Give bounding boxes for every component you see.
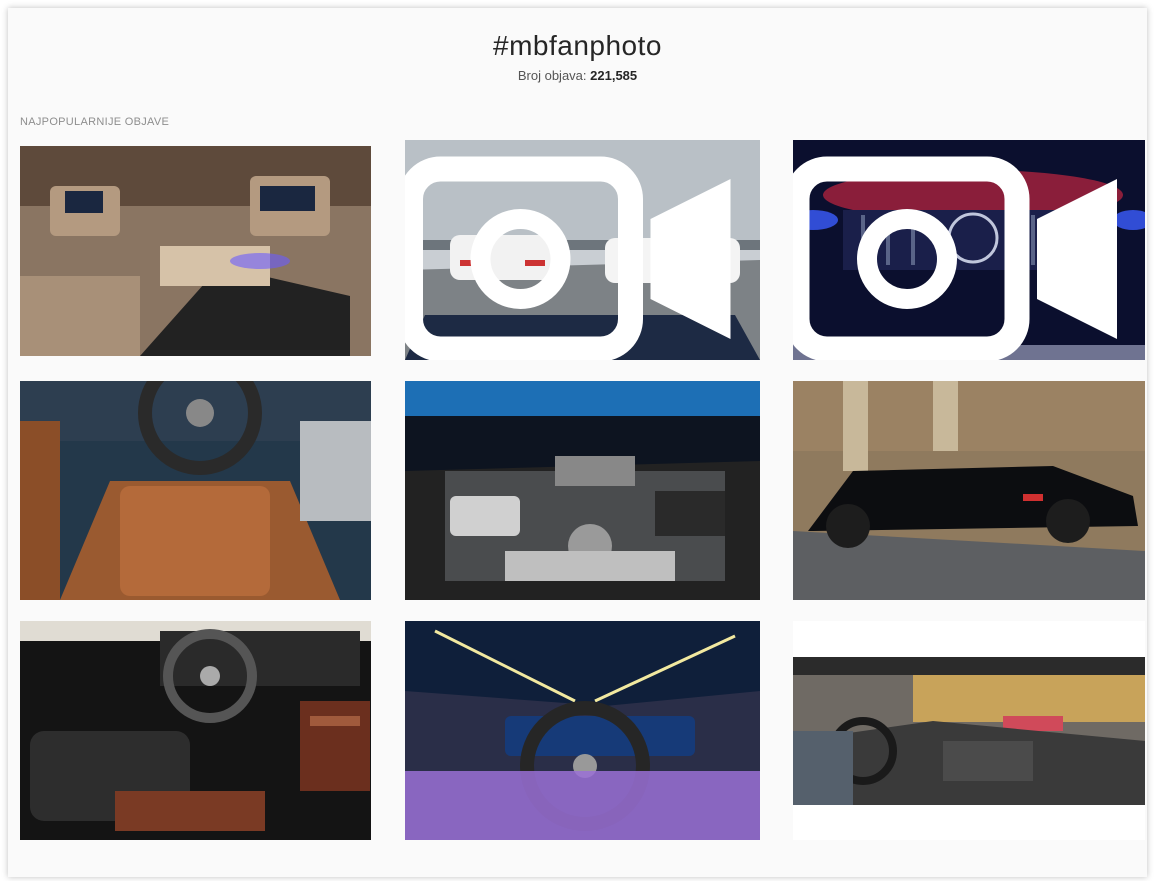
explore-tag-page: #mbfanphoto Broj objava: 221,585 NAJPOPU… (8, 8, 1147, 877)
post-thumbnail-4[interactable] (20, 381, 371, 600)
post-thumbnail-5[interactable] (405, 381, 760, 600)
video-camera-icon (405, 156, 731, 360)
post-thumbnail-1[interactable] (20, 146, 371, 356)
post-count: Broj objava: 221,585 (8, 68, 1147, 83)
post-thumbnail-3[interactable] (793, 140, 1145, 360)
post-thumbnail-8[interactable] (405, 621, 760, 840)
post-count-label: Broj objava: (517, 68, 587, 83)
post-count-value: 221,585 (590, 68, 638, 83)
post-thumbnail-6[interactable] (793, 381, 1145, 600)
video-camera-icon (793, 156, 1117, 360)
post-thumbnail-2[interactable] (405, 140, 760, 360)
post-thumbnail-9[interactable] (793, 621, 1145, 840)
hashtag-title: #mbfanphoto (493, 30, 662, 61)
post-thumbnail-7[interactable] (20, 621, 371, 840)
top-posts-heading: NAJPOPULARNIJE OBJAVE (20, 116, 170, 128)
